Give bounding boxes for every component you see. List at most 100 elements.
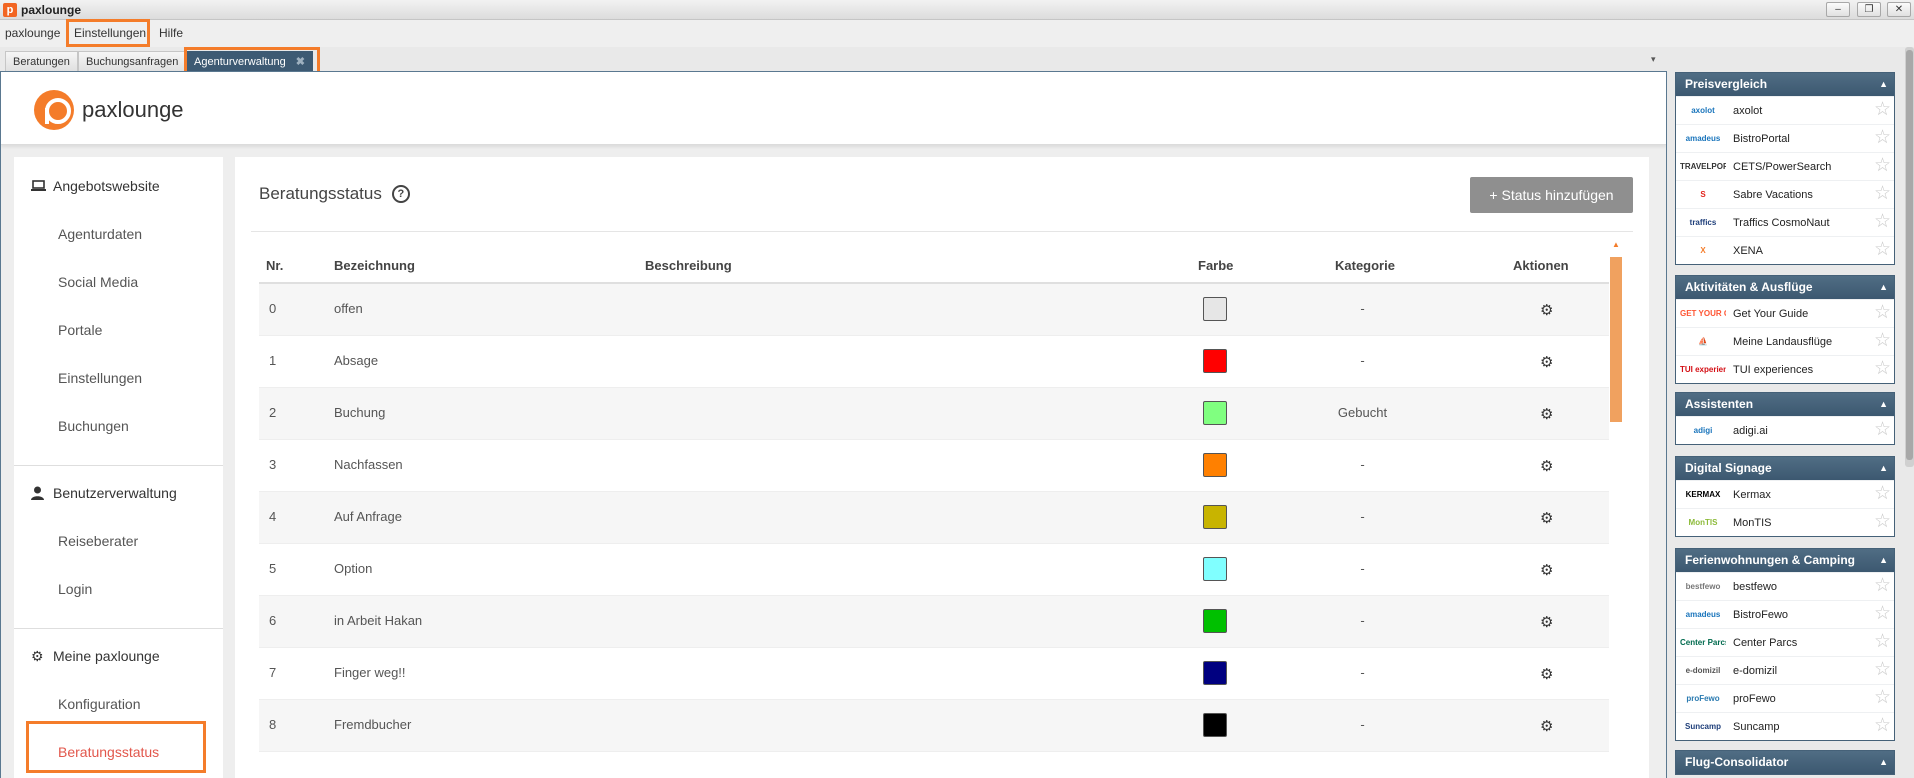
favorite-star-icon[interactable]: ☆	[1874, 240, 1891, 260]
tab-dropdown-icon[interactable]: ▾	[1651, 54, 1656, 65]
tab-beratungen[interactable]: Beratungen	[5, 51, 78, 71]
partner-item[interactable]: TUI experiences TUI experiences ☆	[1676, 355, 1894, 383]
favorite-star-icon[interactable]: ☆	[1874, 303, 1891, 323]
row-settings-icon[interactable]: ⚙	[1540, 405, 1553, 423]
minimize-button[interactable]: –	[1826, 2, 1850, 17]
close-button[interactable]: ✕	[1887, 2, 1911, 17]
row-color-swatch	[1203, 609, 1227, 633]
partner-item[interactable]: S Sabre Vacations ☆	[1676, 180, 1894, 208]
collapse-icon[interactable]: ▲	[1879, 457, 1888, 480]
partner-item[interactable]: KERMAX Kermax ☆	[1676, 480, 1894, 508]
collapse-icon[interactable]: ▲	[1879, 393, 1888, 416]
table-row[interactable]: 2 Buchung Gebucht ⚙	[259, 388, 1609, 440]
row-settings-icon[interactable]: ⚙	[1540, 717, 1553, 735]
partner-item[interactable]: traffics Traffics CosmoNaut ☆	[1676, 208, 1894, 236]
row-settings-icon[interactable]: ⚙	[1540, 613, 1553, 631]
partner-group-header[interactable]: Aktivitäten & Ausflüge ▲	[1676, 276, 1894, 299]
table-row[interactable]: 6 in Arbeit Hakan - ⚙	[259, 596, 1609, 648]
partner-logo: TUI experiences	[1680, 365, 1726, 374]
table-row[interactable]: 8 Fremdbucher - ⚙	[259, 700, 1609, 752]
nav-item-reiseberater[interactable]: Reiseberater	[58, 533, 138, 549]
nav-section-title: Angebotswebsite	[53, 178, 160, 194]
partner-item[interactable]: e-domizil e-domizil ☆	[1676, 656, 1894, 684]
row-color-swatch	[1203, 505, 1227, 529]
table-scrollbar-thumb[interactable]	[1610, 257, 1622, 422]
partner-item[interactable]: Center Parcs Center Parcs ☆	[1676, 628, 1894, 656]
table-row[interactable]: 4 Auf Anfrage - ⚙	[259, 492, 1609, 544]
favorite-star-icon[interactable]: ☆	[1874, 331, 1891, 351]
scroll-up-icon[interactable]: ▲	[1612, 240, 1620, 249]
menu-hilfe[interactable]: Hilfe	[159, 26, 183, 40]
favorite-star-icon[interactable]: ☆	[1874, 660, 1891, 680]
row-name: Finger weg!!	[334, 665, 406, 680]
menu-paxlounge[interactable]: paxlounge	[5, 26, 60, 40]
nav-item-einstellungen[interactable]: Einstellungen	[58, 370, 142, 386]
partner-group-header[interactable]: Flug-Consolidator ▲	[1676, 751, 1894, 774]
favorite-star-icon[interactable]: ☆	[1874, 420, 1891, 440]
partner-item[interactable]: amadeus BistroPortal ☆	[1676, 124, 1894, 152]
favorite-star-icon[interactable]: ☆	[1874, 128, 1891, 148]
table-row[interactable]: 5 Option - ⚙	[259, 544, 1609, 596]
restore-button[interactable]: ❐	[1857, 2, 1881, 17]
row-settings-icon[interactable]: ⚙	[1540, 509, 1553, 527]
favorite-star-icon[interactable]: ☆	[1874, 100, 1891, 120]
table-row[interactable]: 7 Finger weg!! - ⚙	[259, 648, 1609, 700]
collapse-icon[interactable]: ▲	[1879, 276, 1888, 299]
partner-group: Assistenten ▲ adigi adigi.ai ☆	[1675, 392, 1895, 445]
favorite-star-icon[interactable]: ☆	[1874, 576, 1891, 596]
nav-item-agenturdaten[interactable]: Agenturdaten	[58, 226, 142, 242]
partner-item[interactable]: X XENA ☆	[1676, 236, 1894, 264]
nav-item-social-media[interactable]: Social Media	[58, 274, 138, 290]
partner-item[interactable]: adigi adigi.ai ☆	[1676, 416, 1894, 444]
partner-item[interactable]: axolot axolot ☆	[1676, 96, 1894, 124]
collapse-icon[interactable]: ▲	[1879, 73, 1888, 96]
column-header-beschreibung: Beschreibung	[645, 258, 732, 273]
tab-buchungsanfragen[interactable]: Buchungsanfragen	[78, 51, 187, 71]
help-icon[interactable]: ?	[391, 185, 410, 203]
nav-item-login[interactable]: Login	[58, 581, 92, 597]
paxlounge-logo-icon	[34, 90, 74, 130]
collapse-icon[interactable]: ▲	[1879, 549, 1888, 572]
partner-item[interactable]: Suncamp Suncamp ☆	[1676, 712, 1894, 740]
row-settings-icon[interactable]: ⚙	[1540, 561, 1553, 579]
favorite-star-icon[interactable]: ☆	[1874, 212, 1891, 232]
row-settings-icon[interactable]: ⚙	[1540, 353, 1553, 371]
row-name: in Arbeit Hakan	[334, 613, 423, 628]
favorite-star-icon[interactable]: ☆	[1874, 632, 1891, 652]
partner-item[interactable]: ⛵ Meine Landausflüge ☆	[1676, 327, 1894, 355]
partner-item[interactable]: proFewo proFewo ☆	[1676, 684, 1894, 712]
favorite-star-icon[interactable]: ☆	[1874, 604, 1891, 624]
nav-item-buchungen[interactable]: Buchungen	[58, 418, 129, 434]
row-settings-icon[interactable]: ⚙	[1540, 457, 1553, 475]
row-settings-icon[interactable]: ⚙	[1540, 301, 1553, 319]
add-status-button[interactable]: + Status hinzufügen	[1470, 177, 1633, 213]
partner-group-header[interactable]: Ferienwohnungen & Camping ▲	[1676, 549, 1894, 572]
highlight-nav-beratungsstatus	[26, 721, 206, 773]
nav-item-portale[interactable]: Portale	[58, 322, 102, 338]
table-row[interactable]: 1 Absage - ⚙	[259, 336, 1609, 388]
partner-item[interactable]: GET YOUR GUIDE Get Your Guide ☆	[1676, 299, 1894, 327]
partner-logo: GET YOUR GUIDE	[1680, 309, 1726, 318]
partner-group-header[interactable]: Assistenten ▲	[1676, 393, 1894, 416]
row-settings-icon[interactable]: ⚙	[1540, 665, 1553, 683]
partner-group-header[interactable]: Preisvergleich ▲	[1676, 73, 1894, 96]
collapse-icon[interactable]: ▲	[1879, 751, 1888, 774]
partner-item[interactable]: MonTIS MonTIS ☆	[1676, 508, 1894, 536]
table-row[interactable]: 0 offen - ⚙	[259, 284, 1609, 336]
partner-item[interactable]: amadeus BistroFewo ☆	[1676, 600, 1894, 628]
partner-logo: Center Parcs	[1680, 638, 1726, 647]
nav-item-konfiguration[interactable]: Konfiguration	[58, 696, 141, 712]
right-panel-scrollbar-thumb[interactable]	[1906, 50, 1913, 460]
partner-group-header[interactable]: Digital Signage ▲	[1676, 457, 1894, 480]
favorite-star-icon[interactable]: ☆	[1874, 184, 1891, 204]
row-nr: 2	[269, 405, 277, 420]
table-row[interactable]: 3 Nachfassen - ⚙	[259, 440, 1609, 492]
favorite-star-icon[interactable]: ☆	[1874, 512, 1891, 532]
favorite-star-icon[interactable]: ☆	[1874, 359, 1891, 379]
partner-item[interactable]: TRAVELPORT CETS/PowerSearch ☆	[1676, 152, 1894, 180]
favorite-star-icon[interactable]: ☆	[1874, 716, 1891, 736]
favorite-star-icon[interactable]: ☆	[1874, 156, 1891, 176]
favorite-star-icon[interactable]: ☆	[1874, 688, 1891, 708]
favorite-star-icon[interactable]: ☆	[1874, 484, 1891, 504]
partner-item[interactable]: bestfewo bestfewo ☆	[1676, 572, 1894, 600]
